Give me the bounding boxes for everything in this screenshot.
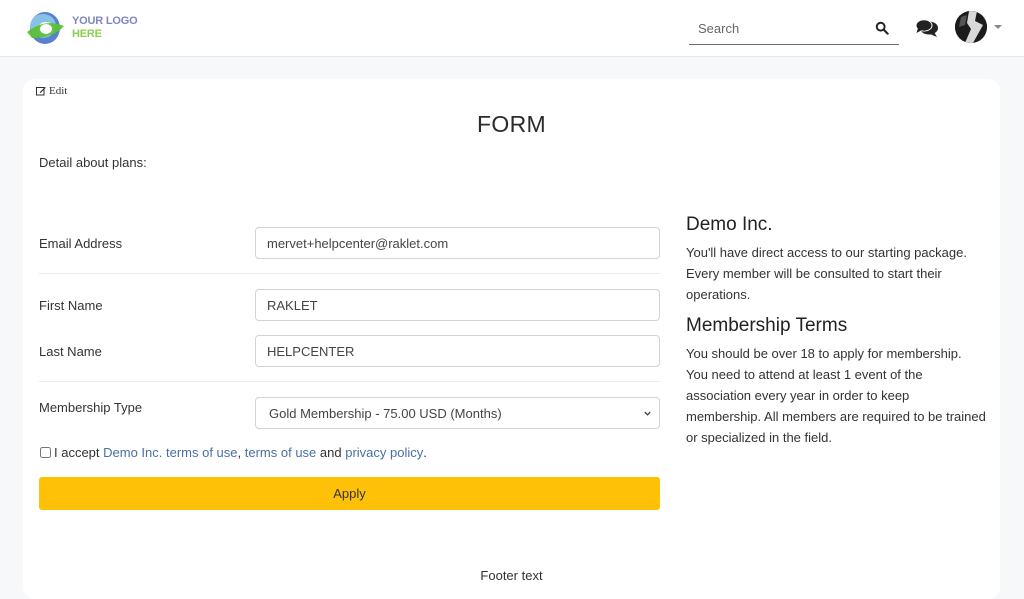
membership-type-select[interactable]: Gold Membership - 75.00 USD (Months) [255,397,660,429]
privacy-policy-link[interactable]: privacy policy [345,445,423,460]
org-description: You'll have direct access to our startin… [686,245,967,302]
email-label: Email Address [39,236,123,251]
comments-icon[interactable] [915,18,939,38]
page-title: FORM [477,111,546,137]
edit-link[interactable]: Edit [36,85,67,97]
footer-text: Footer text [480,568,543,583]
email-field[interactable] [255,227,660,259]
user-avatar[interactable] [955,11,987,43]
accept-and: and [316,445,346,460]
plan-detail-text: Detail about plans: [39,155,147,170]
org-title: Demo Inc. [686,214,773,235]
search-icon[interactable] [875,21,889,35]
terms-of-use-link[interactable]: terms of use [245,445,317,460]
last-name-label: Last Name [39,344,102,359]
accept-prefix: I accept [54,445,104,460]
accept-suffix: . [423,445,427,460]
divider [39,381,660,382]
first-name-field[interactable] [255,289,660,321]
logo[interactable]: YOUR LOGO HERE [24,8,138,48]
terms-title: Membership Terms [686,315,848,336]
form-card: Edit FORM Detail about plans: Email Addr… [23,79,1000,599]
logo-line-2: HERE [72,28,102,40]
edit-icon [36,87,46,96]
search-input[interactable] [689,14,859,42]
chevron-down-icon [644,411,651,416]
org-terms-link[interactable]: Demo Inc. terms of use [103,445,237,460]
search-box [689,14,899,45]
terms-description: You should be over 18 to apply for membe… [686,346,986,445]
logo-icon [27,12,64,44]
accept-separator: , [237,445,245,460]
membership-type-label: Membership Type [39,400,143,415]
accept-terms-checkbox[interactable] [40,447,51,458]
avatar-image [955,11,987,43]
edit-label: Edit [49,85,68,97]
first-name-label: First Name [39,298,103,313]
top-navbar: YOUR LOGO HERE [0,0,1024,57]
logo-line-1: YOUR LOGO [72,15,138,27]
logo-text: YOUR LOGO HERE [72,15,138,41]
caret-down-icon[interactable] [994,25,1002,29]
info-sidebar: Demo Inc. You'll have direct access to o… [686,214,986,458]
last-name-field[interactable] [255,335,660,367]
terms-acceptance: I accept Demo Inc. terms of use , terms … [39,445,427,460]
apply-button[interactable]: Apply [39,477,660,510]
divider [39,273,660,274]
